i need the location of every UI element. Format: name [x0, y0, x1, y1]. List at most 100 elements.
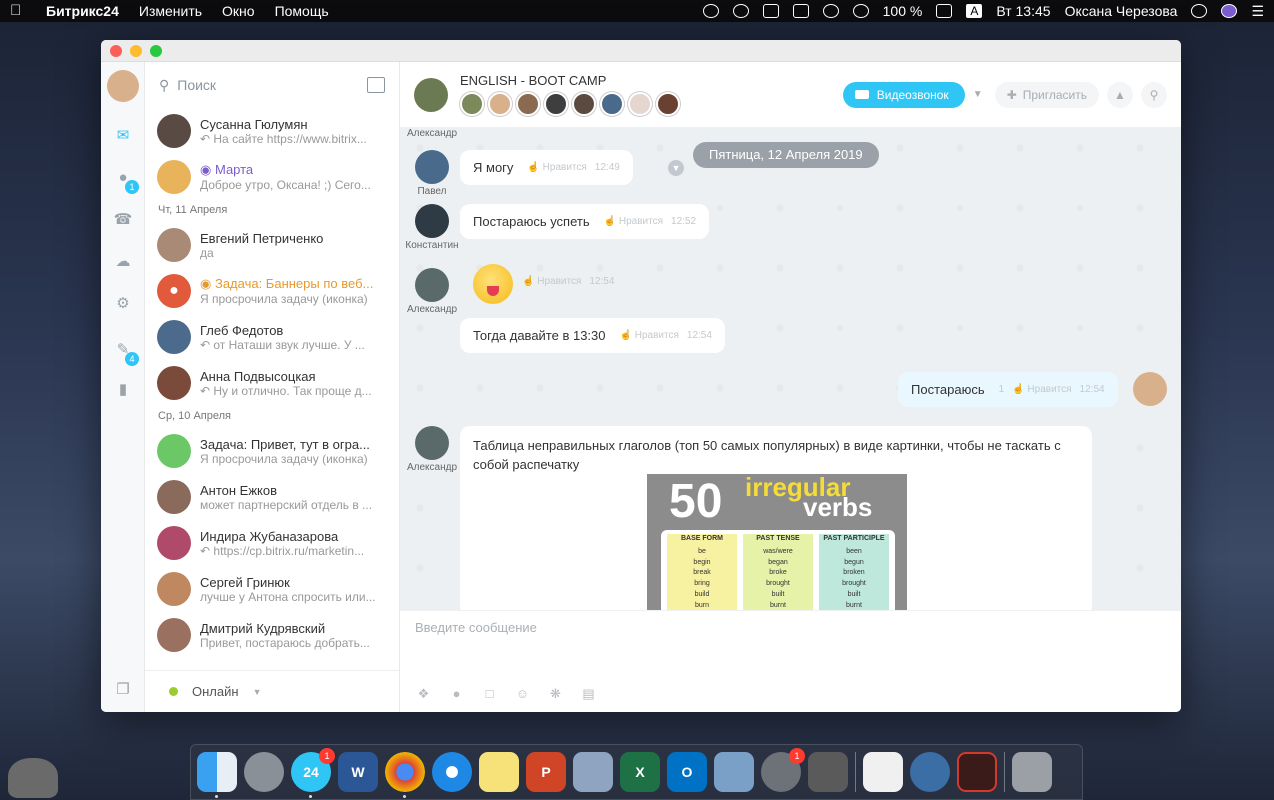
wifi-icon[interactable]	[852, 4, 869, 18]
chat-item-marta[interactable]: ◉ Марта Доброе утро, Оксана! ;) Сего...	[145, 154, 399, 200]
bitrix24-icon[interactable]: 24 1	[291, 748, 335, 798]
chat-item-sergey[interactable]: Сергей Гринюк лучше у Антона спросить ил…	[145, 566, 399, 612]
attach-file-icon[interactable]: ❖	[415, 685, 432, 702]
chat-item-gleb[interactable]: Глеб Федотов ↶ от Наташи звук лучше. У .…	[145, 314, 399, 360]
preview-icon[interactable]	[573, 752, 613, 792]
feather-icon[interactable]	[702, 4, 719, 18]
message-sender[interactable]: Александр	[404, 426, 460, 473]
trash-icon[interactable]	[1012, 752, 1052, 792]
outlook-icon[interactable]: O	[667, 752, 707, 792]
chat-title[interactable]: ENGLISH - BOOT CAMP	[460, 73, 680, 88]
launchpad-icon[interactable]	[244, 752, 284, 792]
siri-icon[interactable]	[1221, 4, 1238, 18]
member-avatar[interactable]	[488, 92, 512, 116]
menu-window[interactable]: Окно	[222, 3, 255, 19]
system-preferences-icon[interactable]: 1	[761, 748, 805, 792]
message-bubble-with-image[interactable]: Таблица неправильных глаголов (топ 50 са…	[460, 426, 1092, 610]
chrome-icon[interactable]	[385, 752, 425, 798]
spotlight-search-icon[interactable]	[1191, 4, 1208, 18]
my-avatar[interactable]	[107, 70, 139, 102]
windows-icon[interactable]: ❐	[113, 680, 133, 700]
tasks-icon[interactable]: ✎ 4	[113, 340, 139, 366]
group-avatar[interactable]	[414, 77, 448, 112]
member-avatar[interactable]	[460, 92, 484, 116]
like-button[interactable]: ☝ Нравится	[1012, 384, 1071, 395]
chat-item-evgeny[interactable]: Евгений Петриченко да	[145, 222, 399, 268]
safari-icon[interactable]	[432, 752, 472, 792]
message-bubble[interactable]: Постараюсь успеть ☝ Нравится 12:52	[460, 204, 710, 239]
sticker-icon[interactable]: ❋	[547, 685, 564, 702]
notifications-icon[interactable]: ● 1	[113, 168, 139, 194]
chat-item-task-hello[interactable]: Задача: Привет, тут в огра... Я просрочи…	[145, 428, 399, 474]
menu-app-name[interactable]: Битрикс24	[46, 3, 119, 19]
scroll-down-chevron-icon[interactable]: ▼	[668, 160, 684, 176]
battery-icon[interactable]	[936, 4, 953, 18]
message-input[interactable]: Введите сообщение	[415, 620, 537, 635]
bluetooth-icon[interactable]	[822, 4, 839, 18]
member-avatar[interactable]	[656, 92, 680, 116]
bitrix-tray-icon[interactable]	[732, 4, 749, 18]
my-message-bubble[interactable]: Постараюсь 1 ☝ Нравится 12:54	[898, 372, 1118, 407]
quicktime-icon[interactable]	[910, 752, 950, 792]
search-messages-icon[interactable]: ⚲	[1141, 81, 1167, 108]
search-input[interactable]: Поиск	[177, 77, 216, 93]
textedit-icon[interactable]	[863, 752, 903, 792]
vpn-shield-icon[interactable]	[762, 4, 779, 18]
smile-icon[interactable]: ☺	[514, 685, 531, 702]
chat-item-susanna[interactable]: Сусанна Гюлумян ↶ На сайте https://www.b…	[145, 108, 399, 154]
chat-item-task-banners[interactable]: ● ◉ Задача: Баннеры по веб... Я просрочи…	[145, 268, 399, 314]
chat-icon[interactable]: ✉	[113, 126, 133, 146]
status-selector[interactable]: Онлайн ▼	[145, 670, 399, 712]
like-button[interactable]: ☝ Нравится	[604, 216, 663, 227]
notes-icon[interactable]	[479, 752, 519, 792]
member-avatar[interactable]	[572, 92, 596, 116]
user-name[interactable]: Оксана Черезова	[1065, 3, 1178, 19]
finder-icon[interactable]	[197, 752, 237, 798]
screen-share-icon[interactable]: ▤	[580, 685, 597, 702]
chat-item-anna[interactable]: Анна Подвысоцкая ↶ Ну и отлично. Так про…	[145, 360, 399, 406]
chat-item-dmitry[interactable]: Дмитрий Кудрявский Привет, постараюсь до…	[145, 612, 399, 658]
zoom-window-button[interactable]	[150, 44, 162, 57]
notification-center-icon[interactable]: ☰	[1251, 3, 1264, 20]
gimp-icon[interactable]	[808, 752, 848, 792]
kiss-emoji-sticker[interactable]	[473, 264, 513, 304]
member-avatar[interactable]	[628, 92, 652, 116]
powerpoint-icon[interactable]: P	[526, 752, 566, 792]
like-button[interactable]: ☝ Нравится	[522, 276, 581, 287]
member-avatar[interactable]	[544, 92, 568, 116]
settings-gear-icon[interactable]: ⚙	[113, 294, 133, 314]
message-sender[interactable]: Павел	[404, 150, 460, 197]
message-sender[interactable]: Константин	[404, 204, 460, 251]
mail-stamp-icon[interactable]	[714, 752, 754, 792]
bookmark-icon[interactable]: ▮	[113, 380, 133, 400]
close-window-button[interactable]	[110, 44, 122, 57]
airplay-icon[interactable]	[792, 4, 809, 18]
video-call-button[interactable]: Видеозвонок	[842, 81, 965, 108]
message-sender[interactable]: Александр	[404, 268, 460, 315]
search-bar[interactable]: ⚲ Поиск	[145, 62, 399, 108]
bell-icon[interactable]: ▲	[1107, 81, 1133, 108]
clock[interactable]: Вт 13:45	[996, 3, 1050, 19]
messages-area[interactable]: Александр Пятница, 12 Апреля 2019 ▼ Паве…	[400, 128, 1181, 610]
acrobat-icon[interactable]	[957, 752, 997, 792]
invite-button[interactable]: ✚ Пригласить	[994, 81, 1099, 108]
chat-item-indira[interactable]: Индира Жубаназарова ↶ https://cp.bitrix.…	[145, 520, 399, 566]
minimize-window-button[interactable]	[130, 44, 142, 57]
apple-icon[interactable]: 	[10, 3, 26, 19]
excel-icon[interactable]: X	[620, 752, 660, 792]
menu-edit[interactable]: Изменить	[139, 3, 202, 19]
chat-item-anton[interactable]: Антон Ежков может партнерский отдель в .…	[145, 474, 399, 520]
user-contact-icon[interactable]: ●	[448, 685, 465, 702]
menu-help[interactable]: Помощь	[275, 3, 329, 19]
new-message-icon[interactable]	[367, 77, 385, 93]
like-button[interactable]: ☝ Нравится	[620, 330, 679, 341]
phone-icon[interactable]: ☎	[113, 210, 133, 230]
message-bubble[interactable]: Я могу ☝ Нравится 12:49	[460, 150, 633, 185]
input-source-indicator[interactable]: A	[966, 4, 983, 18]
message-bubble[interactable]: Тогда давайте в 13:30 ☝ Нравится 12:54	[460, 318, 725, 353]
irregular-verbs-image[interactable]: 50 irregular verbs BASE FORM be begin br…	[647, 474, 907, 610]
my-avatar[interactable]	[1133, 372, 1167, 406]
cloud-icon[interactable]: ☁	[113, 252, 133, 272]
format-text-icon[interactable]: □	[481, 685, 498, 702]
member-avatar[interactable]	[600, 92, 624, 116]
